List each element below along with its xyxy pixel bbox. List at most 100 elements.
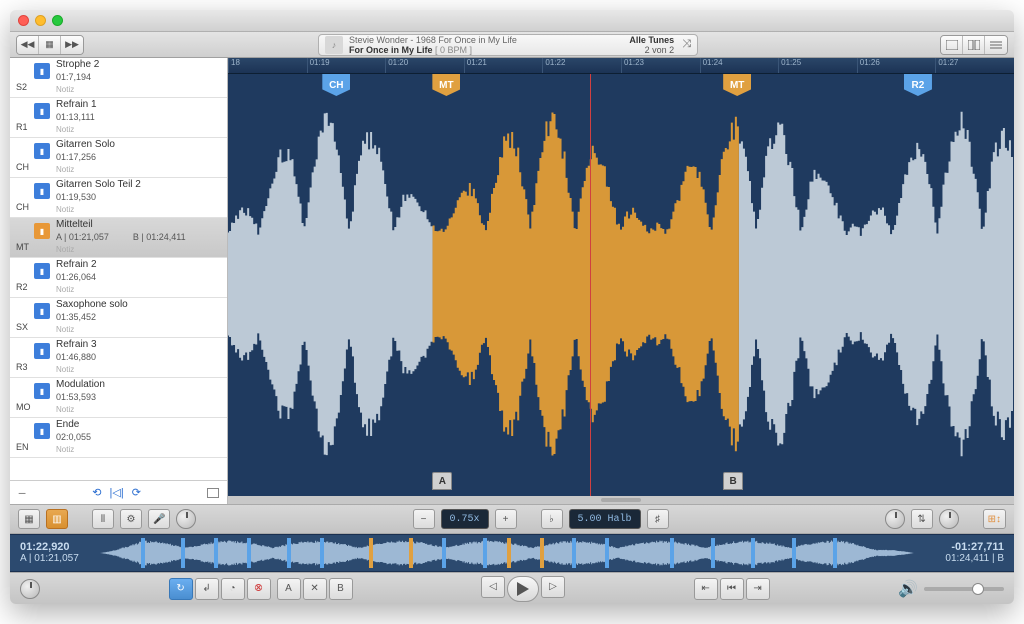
list-button[interactable]: ▦ [39,36,61,54]
speed-minus[interactable]: − [413,509,435,529]
volume-slider[interactable] [924,587,1004,591]
eq-button[interactable]: ⫴ [92,509,114,529]
loop-half[interactable]: ↲ [195,578,219,600]
minimize-window[interactable] [35,15,46,26]
overview-marker[interactable] [540,538,544,568]
overview-marker[interactable] [181,538,185,568]
item-time: 01:46,880 [56,352,96,362]
loop-marker-A[interactable]: A [432,472,452,490]
item-note: Notiz [56,364,221,376]
overview-marker[interactable] [247,538,251,568]
view-2[interactable] [963,36,985,54]
section-marker-MT[interactable]: MT [432,74,460,96]
prev-button[interactable]: ◁ [481,576,505,598]
zoom-button[interactable]: ⊞↕ [983,509,1006,529]
set-a-button[interactable]: A [277,578,301,600]
marker-item-EN[interactable]: EN ▮ Ende 02:0,055 Notiz [10,418,227,458]
view-1[interactable] [941,36,963,54]
skip-forward[interactable]: ⇥ [746,578,770,600]
overview-marker[interactable] [605,538,609,568]
maximize-window[interactable] [52,15,63,26]
settings-button[interactable]: ⚙ [120,509,142,529]
close-window[interactable] [18,15,29,26]
play-button[interactable] [507,576,539,602]
playhead[interactable] [590,74,591,496]
forward-button[interactable]: ▶▶ [61,36,83,54]
delete-marker[interactable]: ⮿ [247,578,271,600]
pitch-sharp[interactable]: ♯ [647,509,669,529]
marker-item-MT[interactable]: MT ▮ Mittelteil A | 01:21,057B | 01:24,4… [10,218,227,258]
item-tag: S2 [16,82,34,95]
bookmark-icon: ▮ [34,383,50,399]
overview-marker[interactable] [711,538,715,568]
marker-item-MO[interactable]: MO ▮ Modulation 01:53,593 Notiz [10,378,227,418]
speed-plus[interactable]: + [495,509,517,529]
overview-marker[interactable] [287,538,291,568]
remove-button[interactable]: − [18,485,26,501]
ruler-tick: 01:23 [621,58,700,73]
mic-button[interactable]: 🎤 [148,509,170,529]
next-button[interactable]: ▷ [541,576,565,598]
clear-loop-button[interactable]: ✕ [303,578,327,600]
overview-marker[interactable] [320,538,324,568]
marker-item-R1[interactable]: R1 ▮ Refrain 1 01:13,111 Notiz [10,98,227,138]
overview-marker[interactable] [572,538,576,568]
waveform-main[interactable] [228,100,1014,468]
overview-waveform[interactable] [100,538,914,568]
overview-marker[interactable] [214,538,218,568]
overview-marker[interactable] [141,538,145,568]
section-marker-MT[interactable]: MT [723,74,751,96]
marker-item-CH[interactable]: CH ▮ Gitarren Solo Teil 2 01:19,530 Noti… [10,178,227,218]
marker-item-R2[interactable]: R2 ▮ Refrain 2 01:26,064 Notiz [10,258,227,298]
loop-toggle-icon[interactable]: |◁| [110,486,124,499]
overview-marker[interactable] [507,538,511,568]
item-note: Notiz [56,244,221,256]
pitch-flat[interactable]: ♭ [541,509,563,529]
item-name: Strophe 2 [56,59,221,71]
loop-marker-B[interactable]: B [723,472,743,490]
overview-marker[interactable] [409,538,413,568]
timeline-ruler[interactable]: 1801:1901:2001:2101:2201:2301:2401:2501:… [228,58,1014,74]
overview-marker[interactable] [369,538,373,568]
shuffle-icon[interactable]: ⤨ [682,38,691,51]
back-button[interactable]: ◀◀ [17,36,39,54]
metronome-button[interactable]: ◔ [221,578,245,600]
knob-b[interactable] [939,509,959,529]
section-marker-CH[interactable]: CH [322,74,350,96]
overview-marker[interactable] [483,538,487,568]
overview-marker[interactable] [442,538,446,568]
loop-button[interactable]: ↻ [169,578,193,600]
item-note: Notiz [56,84,221,96]
rewind[interactable]: ⏮ [720,578,744,600]
skip-back[interactable]: ⇤ [694,578,718,600]
bookmark-icon: ▮ [34,223,50,239]
set-b-button[interactable]: B [329,578,353,600]
knob-a[interactable] [885,509,905,529]
marker-item-R3[interactable]: R3 ▮ Refrain 3 01:46,880 Notiz [10,338,227,378]
sidebar-footer: − ⟲ |◁| ⟳ [10,480,227,504]
wave-mode-2[interactable]: ▥ [46,509,68,529]
item-note: Notiz [56,404,221,416]
loop-out-icon[interactable]: ⟳ [132,486,141,499]
view-3[interactable] [985,36,1007,54]
overview-marker[interactable] [792,538,796,568]
item-note: Notiz [56,124,221,136]
overview-marker[interactable] [670,538,674,568]
layout-toggle[interactable] [207,488,219,498]
resize-handle[interactable] [228,496,1014,504]
jog-knob[interactable] [20,579,40,599]
item-name: Gitarren Solo Teil 2 [56,179,221,191]
marker-item-S2[interactable]: S2 ▮ Strophe 2 01:7,194 Notiz [10,58,227,98]
bookmark-icon: ▮ [34,63,50,79]
marker-item-CH[interactable]: CH ▮ Gitarren Solo 01:17,256 Notiz [10,138,227,178]
overview-marker[interactable] [751,538,755,568]
waveform-area[interactable]: 1801:1901:2001:2101:2201:2301:2401:2501:… [228,58,1014,496]
section-marker-R2[interactable]: R2 [904,74,932,96]
overview-bar[interactable]: 01:22,920 A | 01:21,057 -01:27,711 01:24… [10,534,1014,572]
wave-mode-1[interactable]: ▦ [18,509,40,529]
marker-item-SX[interactable]: SX ▮ Saxophone solo 01:35,452 Notiz [10,298,227,338]
overview-marker[interactable] [833,538,837,568]
loop-in-icon[interactable]: ⟲ [92,486,101,499]
gain-knob[interactable] [176,509,196,529]
link-button[interactable]: ⇅ [911,509,933,529]
